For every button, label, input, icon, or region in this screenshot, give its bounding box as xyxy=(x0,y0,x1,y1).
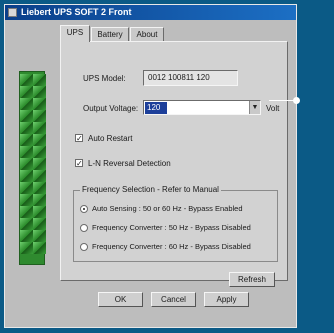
tab-ups[interactable]: UPS xyxy=(60,25,90,42)
screen-background: Liebert UPS SOFT 2 Front UPS Battery Abo… xyxy=(0,0,334,333)
radio-auto-sensing[interactable] xyxy=(80,205,88,213)
ups-model-value: 0012 100811 120 xyxy=(148,73,210,82)
radio-converter-60hz-label: Frequency Converter : 60 Hz - Bypass Dis… xyxy=(92,242,251,251)
line-reversal-checkbox[interactable]: ✓ xyxy=(75,159,83,168)
output-voltage-select[interactable]: 120 ▼ xyxy=(143,100,261,115)
voltage-units: Volt xyxy=(266,104,280,113)
output-voltage-value: 120 xyxy=(145,102,167,114)
title-bar[interactable]: Liebert UPS SOFT 2 Front xyxy=(5,5,296,20)
chevron-down-icon[interactable]: ▼ xyxy=(249,101,260,114)
auto-restart-label: Auto Restart xyxy=(88,134,133,143)
tab-battery[interactable]: Battery xyxy=(91,27,129,41)
output-voltage-label: Output Voltage: xyxy=(83,104,139,113)
radio-converter-60hz[interactable] xyxy=(80,243,88,251)
refresh-button[interactable]: Refresh xyxy=(229,272,275,287)
properties-dialog: Liebert UPS SOFT 2 Front UPS Battery Abo… xyxy=(4,4,297,328)
ok-button[interactable]: OK xyxy=(98,292,143,307)
tab-about[interactable]: About xyxy=(130,27,164,41)
ups-model-field: 0012 100811 120 xyxy=(143,70,238,86)
ups-tab-content: UPS Model: 0012 100811 120 Output Voltag… xyxy=(60,41,288,287)
ups-front-panel-image xyxy=(19,71,46,265)
frequency-selection-group: Frequency Selection - Refer to Manual Au… xyxy=(73,185,278,262)
app-icon xyxy=(8,8,17,17)
frequency-group-title: Frequency Selection - Refer to Manual xyxy=(80,185,221,194)
auto-restart-checkbox[interactable]: ✓ xyxy=(75,134,83,143)
radio-auto-sensing-label: Auto Sensing : 50 or 60 Hz - Bypass Enab… xyxy=(92,204,243,213)
apply-button[interactable]: Apply xyxy=(204,292,249,307)
line-reversal-label: L-N Reversal Detection xyxy=(88,159,171,168)
radio-converter-50hz-label: Frequency Converter : 50 Hz - Bypass Dis… xyxy=(92,223,251,232)
radio-converter-50hz[interactable] xyxy=(80,224,88,232)
callout-dot xyxy=(293,97,300,104)
ups-model-label: UPS Model: xyxy=(83,74,126,83)
cancel-button[interactable]: Cancel xyxy=(151,292,196,307)
window-title: Liebert UPS SOFT 2 Front xyxy=(21,7,132,17)
